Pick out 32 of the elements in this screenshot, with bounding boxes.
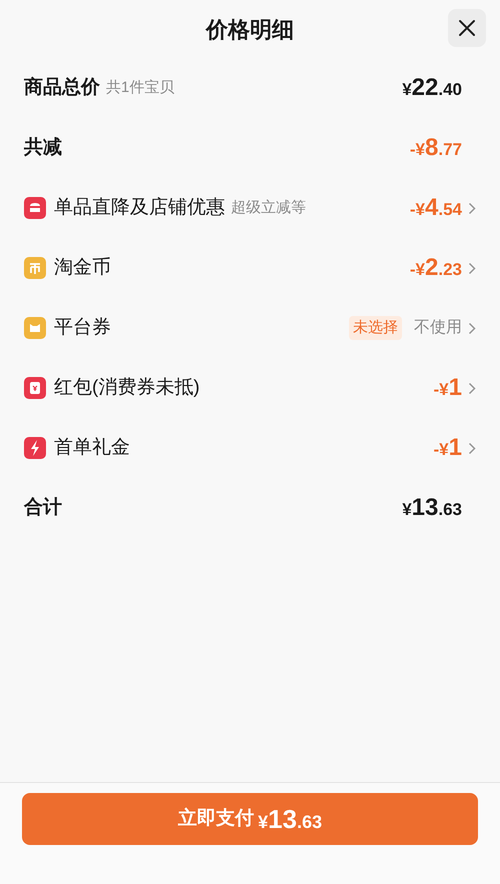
row-note: 超级立减等 [231,198,306,218]
discount-row[interactable]: 单品直降及店铺优惠 超级立减等 -¥4.54 [0,178,500,238]
row-label: 商品总价 [24,76,100,100]
discount-row[interactable]: 淘金币 -¥2.23 [0,238,500,298]
price: -¥4.54 [410,193,462,223]
row-note: 共1件宝贝 [106,78,174,98]
price: -¥1 [434,373,462,403]
price: ¥13.63 [402,493,462,523]
row-label: 共减 [24,136,62,160]
chevron-right-icon [468,322,476,334]
price: -¥8.77 [410,133,462,163]
price: -¥2.23 [410,253,462,283]
price: ¥22.40 [402,73,462,103]
discount-row[interactable]: 平台券 未选择 不使用 [0,298,500,358]
discount-row[interactable]: 首单礼金 -¥1 [0,418,500,478]
close-icon [458,19,476,37]
close-button[interactable] [448,9,486,47]
row-label: 淘金币 [54,256,111,280]
chevron-right-icon [468,442,476,454]
option-value: 不使用 [414,318,462,338]
row-label: 平台券 [54,316,111,340]
chevron-right-icon [468,262,476,274]
row-label: 合计 [24,496,62,520]
row-label: 单品直降及店铺优惠 [54,196,225,220]
status-tag: 未选择 [349,316,402,340]
row-label: 红包(消费券未抵) [54,376,200,400]
discount-row[interactable]: 红包(消费券未抵) -¥1 [0,358,500,418]
chevron-right-icon [468,382,476,394]
row-label: 首单礼金 [54,436,130,460]
sheet-title: 价格明细 [206,16,294,44]
price: -¥1 [434,433,462,463]
chevron-right-icon [468,202,476,214]
